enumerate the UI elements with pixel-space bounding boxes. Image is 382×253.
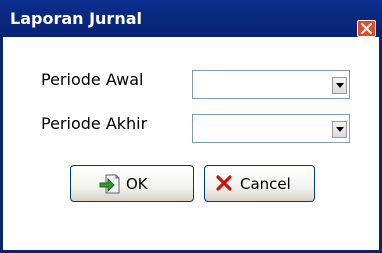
dialog-content: Periode Awal Periode Akhir OK Cancel xyxy=(3,37,379,250)
end-period-label: Periode Akhir xyxy=(41,114,148,133)
ok-button-label: OK xyxy=(126,175,148,193)
close-icon xyxy=(361,23,372,34)
cancel-button[interactable]: Cancel xyxy=(204,165,315,202)
title-bar[interactable]: Laporan Jurnal xyxy=(0,0,382,37)
cancel-button-label: Cancel xyxy=(240,175,291,193)
x-icon xyxy=(216,175,232,191)
dialog-window: Laporan Jurnal Periode Awal Periode Akhi… xyxy=(0,0,382,253)
start-period-dropdown-button[interactable] xyxy=(332,77,347,94)
chevron-down-icon xyxy=(336,83,344,88)
close-button[interactable] xyxy=(357,20,376,37)
start-period-label: Periode Awal xyxy=(41,70,144,89)
start-period-select[interactable] xyxy=(192,70,350,99)
chevron-down-icon xyxy=(336,127,344,132)
document-arrow-icon xyxy=(99,174,120,194)
end-period-dropdown-button[interactable] xyxy=(332,121,347,138)
end-period-select[interactable] xyxy=(192,114,350,143)
window-title: Laporan Jurnal xyxy=(10,9,142,28)
ok-button[interactable]: OK xyxy=(70,165,194,202)
